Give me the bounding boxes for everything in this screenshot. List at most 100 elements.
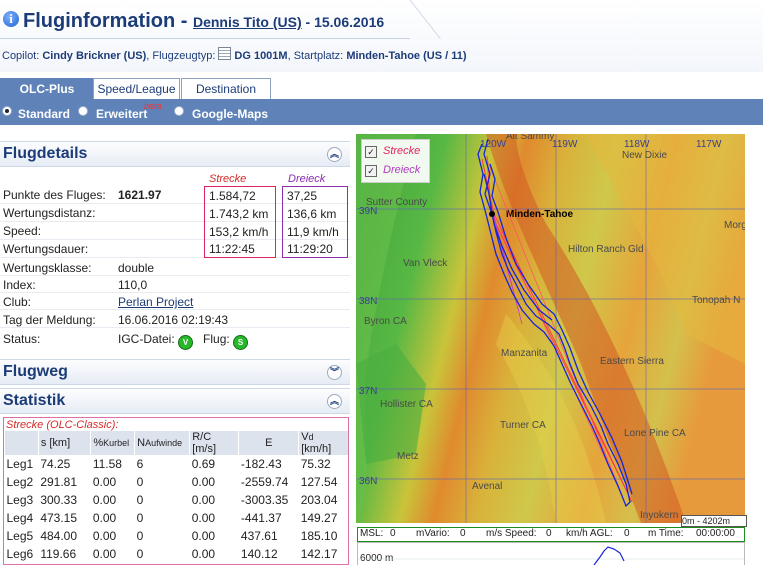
leg-value-cell: -2559.74: [240, 475, 289, 489]
leg-value-cell: 0: [136, 511, 144, 525]
dreieck-checkbox[interactable]: ✓: [365, 165, 377, 177]
col-aufwinde-label: NAufwinde: [137, 437, 183, 449]
col-rc: R/C [m/s]: [189, 431, 239, 455]
table-header-row: s [km] %Kurbel NAufwinde R/C [m/s] E Vd …: [4, 431, 348, 455]
leg-value-cell: 0: [136, 475, 144, 489]
glider-type: DG 1001M: [234, 50, 288, 62]
place-label-home: Minden-Tahoe: [506, 209, 573, 220]
igc-status-icon[interactable]: V: [178, 335, 194, 350]
leg-value-cell: 0.00: [191, 475, 216, 489]
table-row: Leg4 473.15 0.00 0 0.00 -441.37 149.27: [5, 509, 349, 527]
leg-value-cell: 127.54: [300, 475, 338, 489]
lon-label: 119W: [552, 139, 578, 150]
home-marker: [489, 211, 495, 217]
view-extended-radio[interactable]: [78, 106, 88, 116]
dreieck-distance: 136,6 km: [287, 207, 337, 221]
col-leg: [4, 431, 39, 455]
lon-label: 118W: [624, 139, 650, 150]
flight-map[interactable]: 120W 119W 118W 117W 39N 38N 37N 36N Alt …: [356, 134, 745, 523]
place-label: Alt Sammy: [506, 134, 554, 142]
legend-dreieck[interactable]: Dreieck: [383, 164, 420, 176]
report-date-value: 16.06.2016 02:19:43: [118, 313, 229, 327]
leg-value-cell: 473.15: [40, 511, 78, 525]
view-standard-label[interactable]: Standard: [18, 107, 70, 121]
speed-readout-label: m/s Speed:: [486, 528, 537, 539]
col-s-label: s [km]: [40, 437, 71, 449]
status-values: IGC-Datei: V Flug: S: [118, 332, 249, 350]
place-label: Hilton Ranch Gld: [568, 244, 644, 255]
leg-table: s [km] %Kurbel NAufwinde R/C [m/s] E Vd …: [4, 431, 348, 563]
header-divider: [0, 38, 410, 39]
flug-status-icon[interactable]: S: [233, 335, 249, 350]
leg-value-cell: 0: [136, 547, 144, 561]
pilot-link[interactable]: Dennis Tito (US): [193, 14, 302, 30]
index-label: Index:: [3, 278, 36, 292]
view-google-label[interactable]: Google-Maps: [192, 107, 268, 121]
table-row: Leg6 119.66 0.00 0 0.00 140.12 142.17: [5, 545, 349, 563]
view-standard-radio[interactable]: [2, 106, 12, 116]
strecke-col-header: Strecke: [209, 173, 247, 185]
col-e: E: [238, 431, 299, 455]
leg-value-cell: -441.37: [240, 511, 282, 525]
flug-label: Flug:: [203, 332, 230, 346]
glider-icon: [218, 47, 232, 60]
msl-value: 0: [390, 528, 396, 539]
dreieck-duration: 11:29:20: [287, 242, 333, 256]
place-label: Inyokern: [640, 510, 678, 521]
type-label: Flugzeugtyp:: [152, 50, 216, 62]
legend-strecke[interactable]: Strecke: [383, 145, 420, 157]
leg-value-cell: 291.81: [40, 475, 78, 489]
strecke-distance: 1.743,2 km: [209, 207, 269, 221]
collapse-up-icon[interactable]: ︽: [327, 394, 342, 409]
row-divider: [0, 309, 350, 310]
copilot-label: Copilot:: [2, 50, 40, 62]
leg-value-cell: 0.00: [191, 511, 216, 525]
expand-down-icon[interactable]: ︾: [327, 365, 342, 380]
row-divider: [0, 327, 350, 328]
leg-value-cell: 149.27: [300, 511, 338, 525]
leg-value-cell: 0.00: [191, 529, 216, 543]
leg-value-cell: 0.00: [191, 493, 216, 507]
tab-destination[interactable]: Destination: [181, 78, 271, 99]
lat-label: 36N: [359, 476, 377, 487]
tab-speed-league[interactable]: Speed/League: [93, 78, 180, 99]
barogram[interactable]: 6000 m: [357, 542, 745, 565]
time-label: m Time:: [648, 528, 684, 539]
leg-name-cell: Leg5: [6, 529, 34, 543]
place-label: Tonopah N: [692, 295, 740, 306]
flugweg-header[interactable]: Flugweg ︾: [0, 359, 350, 385]
club-link[interactable]: Perlan Project: [118, 295, 193, 309]
flight-date: 15.06.2016: [314, 14, 385, 30]
table-row: Leg5 484.00 0.00 0 0.00 437.61 185.10: [5, 527, 349, 545]
view-google-radio[interactable]: [174, 106, 184, 116]
collapse-up-icon[interactable]: ︽: [327, 147, 342, 162]
leg-value-cell: 119.66: [40, 547, 77, 561]
terrain-map[interactable]: 120W 119W 118W 117W 39N 38N 37N 36N Alt …: [356, 134, 745, 523]
view-mode-bar: Standard Erweitert beta Google-Maps: [0, 99, 763, 125]
status-label: Status:: [3, 332, 41, 346]
map-legend: ✓ Strecke ✓ Dreieck: [361, 139, 430, 183]
table-row: Leg1 74.25 11.58 6 0.69 -182.43 75.32: [5, 455, 349, 473]
altitude-scale-label: 0m - 4202m: [682, 516, 731, 526]
place-label: Lone Pine CA: [624, 428, 686, 439]
tab-olc-plus[interactable]: OLC-Plus: [0, 78, 94, 99]
col-rc-label: R/C [m/s]: [192, 431, 217, 455]
leg-value-cell: 0.00: [92, 529, 117, 543]
strecke-duration: 11:22:45: [209, 242, 255, 256]
statistik-header[interactable]: Statistik ︽: [0, 388, 350, 414]
leg-name-cell: Leg2: [6, 475, 34, 489]
view-extended-label[interactable]: Erweitert: [96, 107, 147, 121]
flugdetails-header[interactable]: Flugdetails ︽: [0, 141, 350, 167]
leg-value-cell: 0.00: [191, 547, 216, 561]
leg-value-cell: -3003.35: [240, 493, 289, 507]
flight-readout: MSL: 0 mVario: 0 m/s Speed: 0 km/h AGL: …: [357, 527, 745, 542]
leg-name-cell: Leg1: [6, 457, 34, 471]
leg-value-cell: 74.25: [40, 457, 71, 471]
leg-name-cell: Leg3: [6, 493, 34, 507]
title-sep: -: [180, 10, 193, 32]
strecke-checkbox[interactable]: ✓: [365, 146, 377, 158]
start-place: Minden-Tahoe (US / 11): [346, 50, 467, 62]
dreieck-speed: 11,9 km/h: [287, 225, 339, 239]
time-value: 00:00:00: [696, 528, 735, 539]
leg-value-cell: 0.00: [92, 475, 117, 489]
